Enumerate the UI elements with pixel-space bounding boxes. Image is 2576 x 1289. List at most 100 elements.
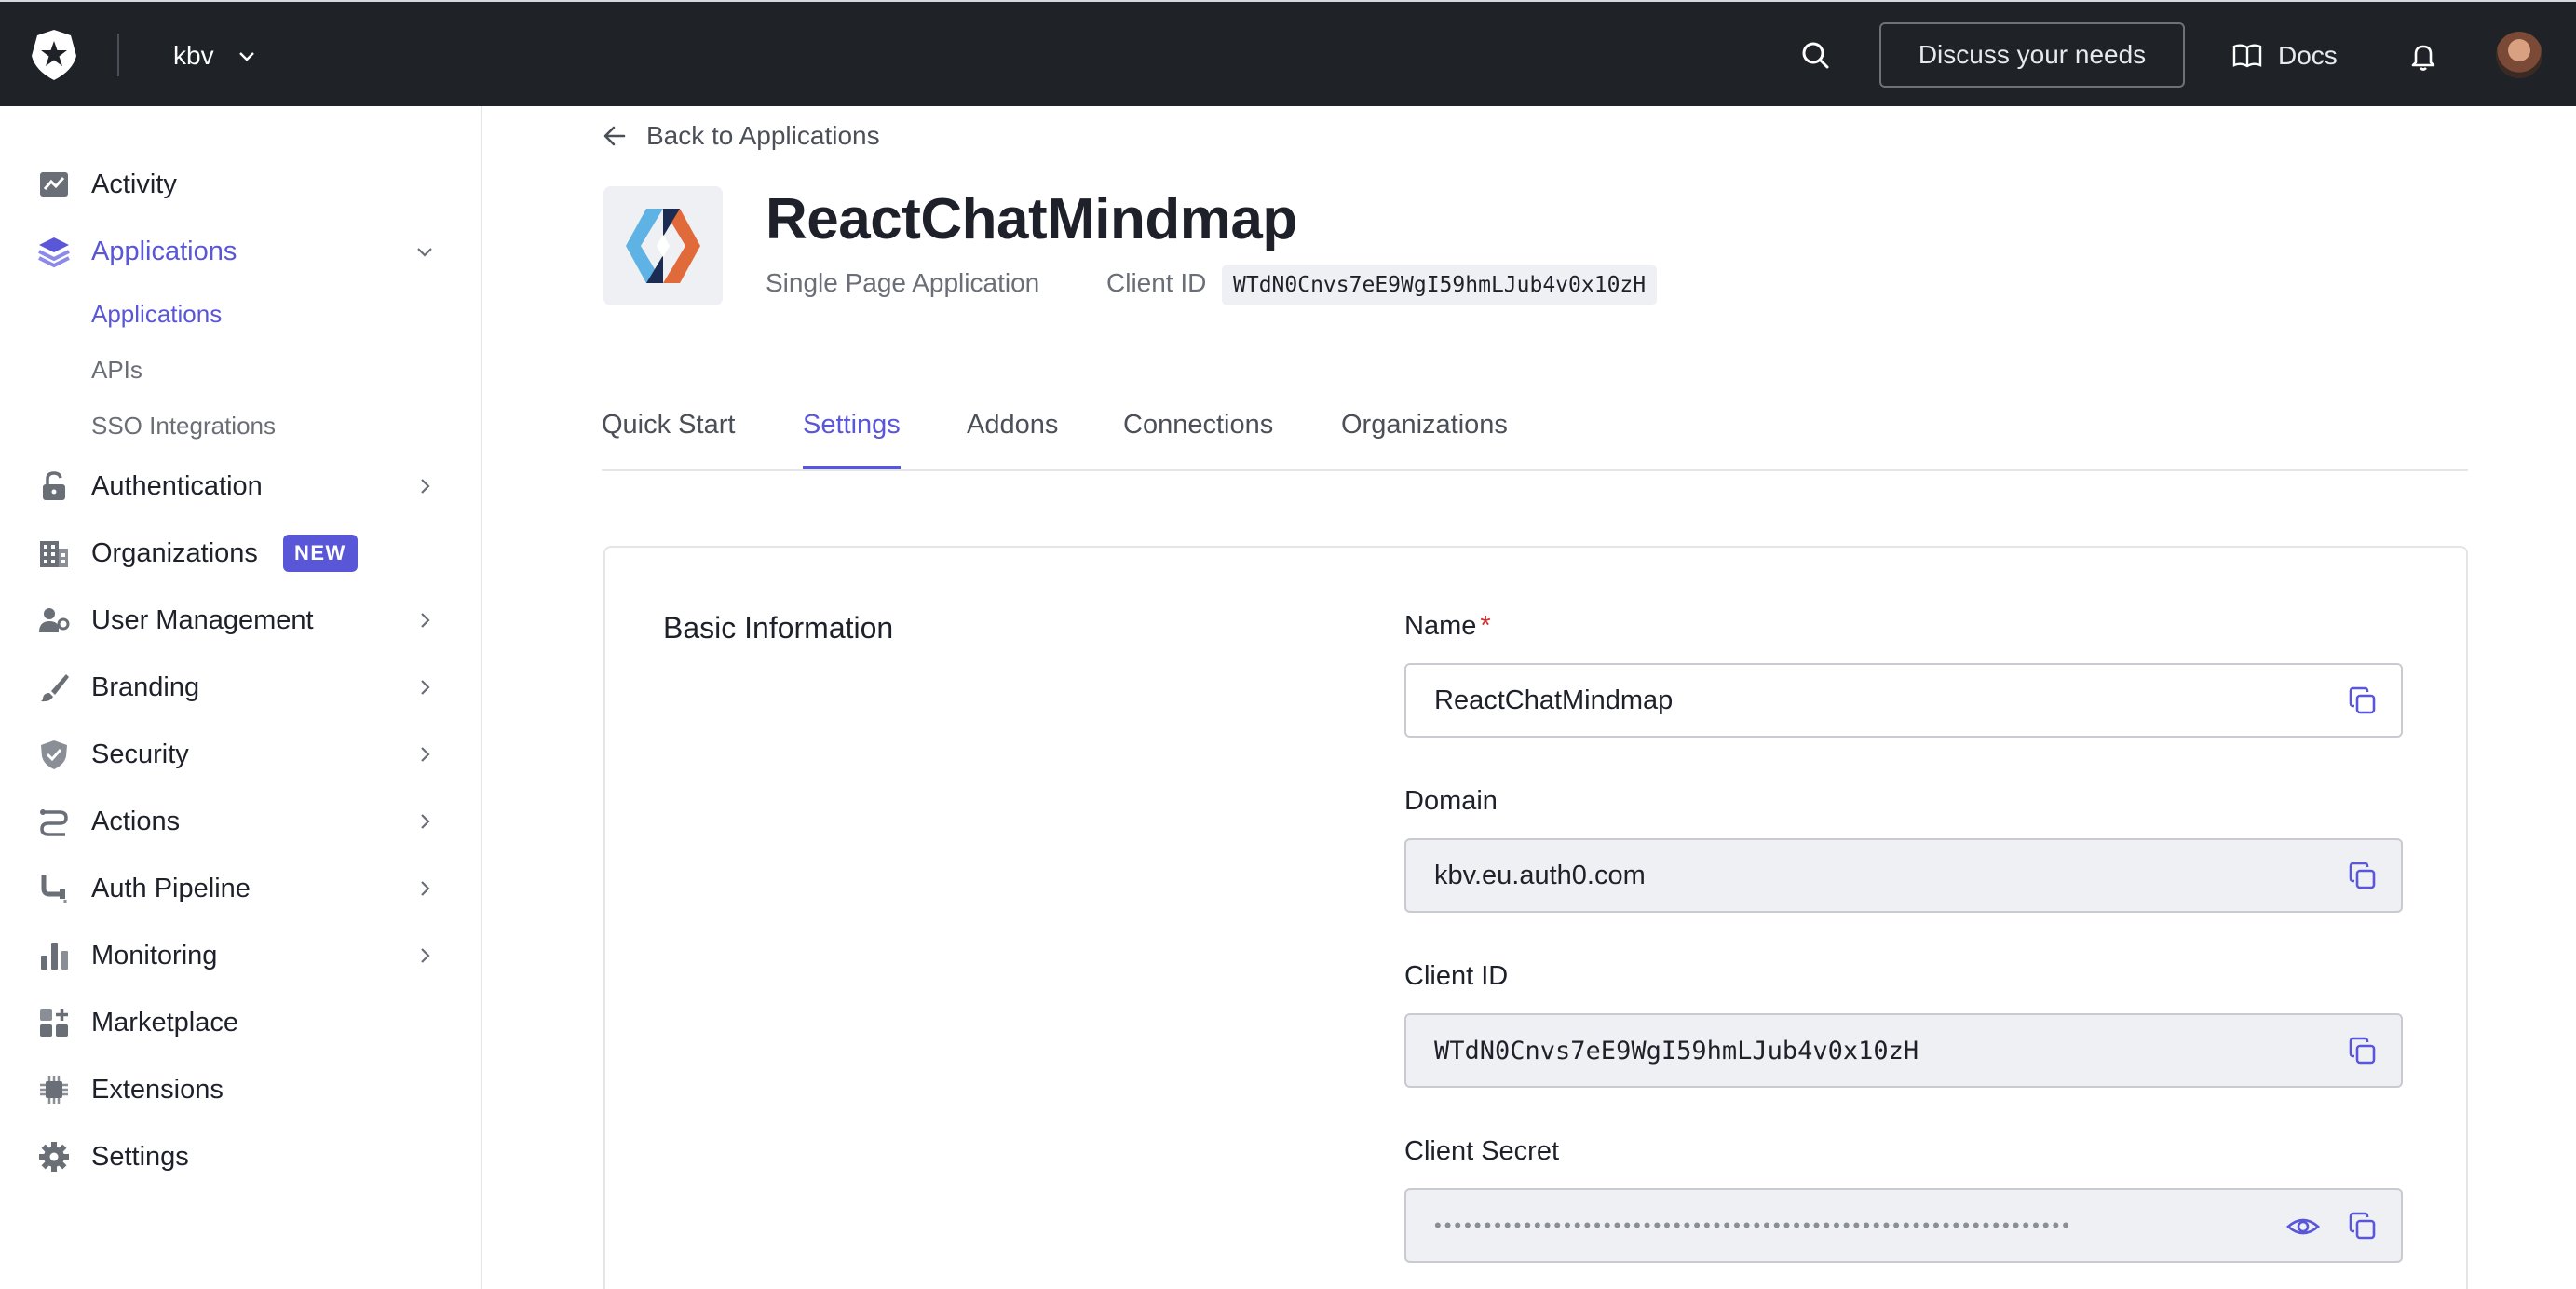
client-secret-field[interactable]: ••••••••••••••••••••••••••••••••••••••••… (1404, 1188, 2403, 1263)
flow-icon (35, 803, 73, 840)
sidebar-item-label: Applications (91, 236, 237, 266)
sidebar-item-label: User Management (91, 604, 314, 635)
activity-icon (35, 166, 73, 203)
client-secret-masked-value: ••••••••••••••••••••••••••••••••••••••••… (1434, 1214, 2072, 1237)
domain-field[interactable]: kbv.eu.auth0.com (1404, 838, 2403, 913)
new-badge: NEW (283, 535, 358, 572)
gear-icon (35, 1138, 73, 1175)
sidebar-item-applications[interactable]: Applications (0, 224, 481, 279)
tab-settings[interactable]: Settings (803, 410, 901, 469)
page-title: ReactChatMindmap (766, 187, 1297, 251)
section-title: Basic Information (663, 611, 894, 644)
user-gear-icon (35, 602, 73, 639)
copy-icon[interactable] (2345, 1209, 2380, 1244)
name-field-label: Name * (1404, 611, 1491, 642)
eye-icon[interactable] (2285, 1209, 2321, 1244)
sidebar-item-label: Activity (91, 169, 177, 199)
sidebar-item-label: Auth Pipeline (91, 873, 251, 903)
sidebar-subitem-apis[interactable]: APIs (91, 356, 142, 385)
sidebar-item-label: Marketplace (91, 1007, 238, 1038)
copy-icon[interactable] (2345, 684, 2380, 719)
name-input-value: ReactChatMindmap (1434, 685, 1674, 715)
tab-connections[interactable]: Connections (1123, 410, 1273, 469)
brush-icon (35, 669, 73, 706)
tab-bar: Quick Start Settings Addons Connections … (602, 400, 2468, 471)
lock-icon (35, 468, 73, 505)
grid-plus-icon (35, 1004, 73, 1041)
back-link-label: Back to Applications (646, 121, 880, 150)
copy-icon[interactable] (2345, 1034, 2380, 1069)
sidebar: Activity Applications Applications APIs … (0, 106, 482, 1289)
chevron-right-icon (421, 613, 430, 628)
chevron-right-icon (421, 814, 430, 829)
sidebar-item-label: Organizations (91, 537, 258, 568)
sidebar-item-label: Branding (91, 672, 200, 702)
basic-information-card (603, 546, 2468, 1289)
sidebar-item-authentication[interactable]: Authentication (0, 458, 481, 514)
user-avatar[interactable] (2496, 32, 2542, 78)
app-logo-icon (626, 209, 700, 283)
chevron-right-icon (421, 948, 430, 963)
client-id-header-label: Client ID (1106, 268, 1207, 297)
required-mark: * (1480, 611, 1491, 641)
auth0-logo-icon[interactable] (28, 28, 80, 82)
back-to-applications-link[interactable]: Back to Applications (602, 117, 880, 155)
client-id-value: WTdN0Cnvs7eE9WgI59hmLJub4v0x10zH (1434, 1036, 1919, 1065)
sidebar-item-label: Security (91, 739, 189, 769)
name-label-text: Name (1404, 611, 1477, 641)
sidebar-item-security[interactable]: Security (0, 726, 481, 782)
client-id-field[interactable]: WTdN0Cnvs7eE9WgI59hmLJub4v0x10zH (1404, 1013, 2403, 1088)
tenant-selector[interactable]: kbv (173, 35, 257, 76)
sidebar-item-branding[interactable]: Branding (0, 659, 481, 715)
bar-chart-icon (35, 937, 73, 974)
app-logo (603, 186, 723, 305)
building-icon (35, 535, 73, 572)
topbar-divider (117, 34, 119, 76)
sidebar-item-auth-pipeline[interactable]: Auth Pipeline (0, 861, 481, 916)
sidebar-item-label: Authentication (91, 470, 263, 501)
docs-link[interactable]: Docs (2231, 35, 2338, 76)
sidebar-subitem-applications[interactable]: Applications (91, 300, 222, 329)
sidebar-item-extensions[interactable]: Extensions (0, 1062, 481, 1118)
chevron-right-icon (421, 680, 430, 695)
sidebar-item-label: Monitoring (91, 940, 218, 970)
sidebar-item-marketplace[interactable]: Marketplace (0, 995, 481, 1051)
sidebar-item-activity[interactable]: Activity (0, 156, 481, 212)
copy-icon[interactable] (2345, 859, 2380, 894)
sidebar-item-user-management[interactable]: User Management (0, 592, 481, 648)
chevron-right-icon (421, 881, 430, 896)
sidebar-subitem-sso-integrations[interactable]: SSO Integrations (91, 412, 276, 441)
arrow-left-icon (603, 126, 626, 146)
tab-organizations[interactable]: Organizations (1341, 410, 1508, 469)
chip-icon (35, 1071, 73, 1108)
name-input[interactable]: ReactChatMindmap (1404, 663, 2403, 738)
sidebar-item-label: Actions (91, 806, 181, 836)
client-id-field-label: Client ID (1404, 961, 1509, 991)
domain-field-label: Domain (1404, 786, 1498, 816)
sidebar-item-label: Settings (91, 1141, 189, 1172)
sidebar-item-monitoring[interactable]: Monitoring (0, 928, 481, 984)
top-bar: kbv Discuss your needs Docs (0, 0, 2576, 106)
tab-addons[interactable]: Addons (967, 410, 1058, 469)
layers-icon (35, 233, 73, 270)
sidebar-item-settings[interactable]: Settings (0, 1129, 481, 1185)
chevron-right-icon (421, 747, 430, 762)
sidebar-item-organizations[interactable]: Organizations NEW (0, 525, 481, 581)
domain-value: kbv.eu.auth0.com (1434, 860, 1646, 890)
chevron-down-icon (238, 52, 254, 61)
sidebar-item-actions[interactable]: Actions (0, 794, 481, 849)
search-icon[interactable] (1797, 37, 1835, 75)
client-secret-field-label: Client Secret (1404, 1136, 1560, 1166)
notifications-bell-icon[interactable] (2405, 37, 2442, 75)
shield-check-icon (35, 736, 73, 773)
client-id-chip[interactable]: WTdN0Cnvs7eE9WgI59hmLJub4v0x10zH (1222, 265, 1658, 305)
pipe-icon (35, 870, 73, 907)
docs-label: Docs (2278, 41, 2338, 70)
discuss-your-needs-button[interactable]: Discuss your needs (1879, 22, 2185, 88)
book-icon (2232, 44, 2262, 68)
sidebar-item-label: Extensions (91, 1074, 224, 1105)
tab-quick-start[interactable]: Quick Start (602, 410, 735, 469)
tenant-name: kbv (173, 41, 214, 70)
app-type-label: Single Page Application (766, 268, 1040, 297)
chevron-right-icon (421, 479, 430, 494)
